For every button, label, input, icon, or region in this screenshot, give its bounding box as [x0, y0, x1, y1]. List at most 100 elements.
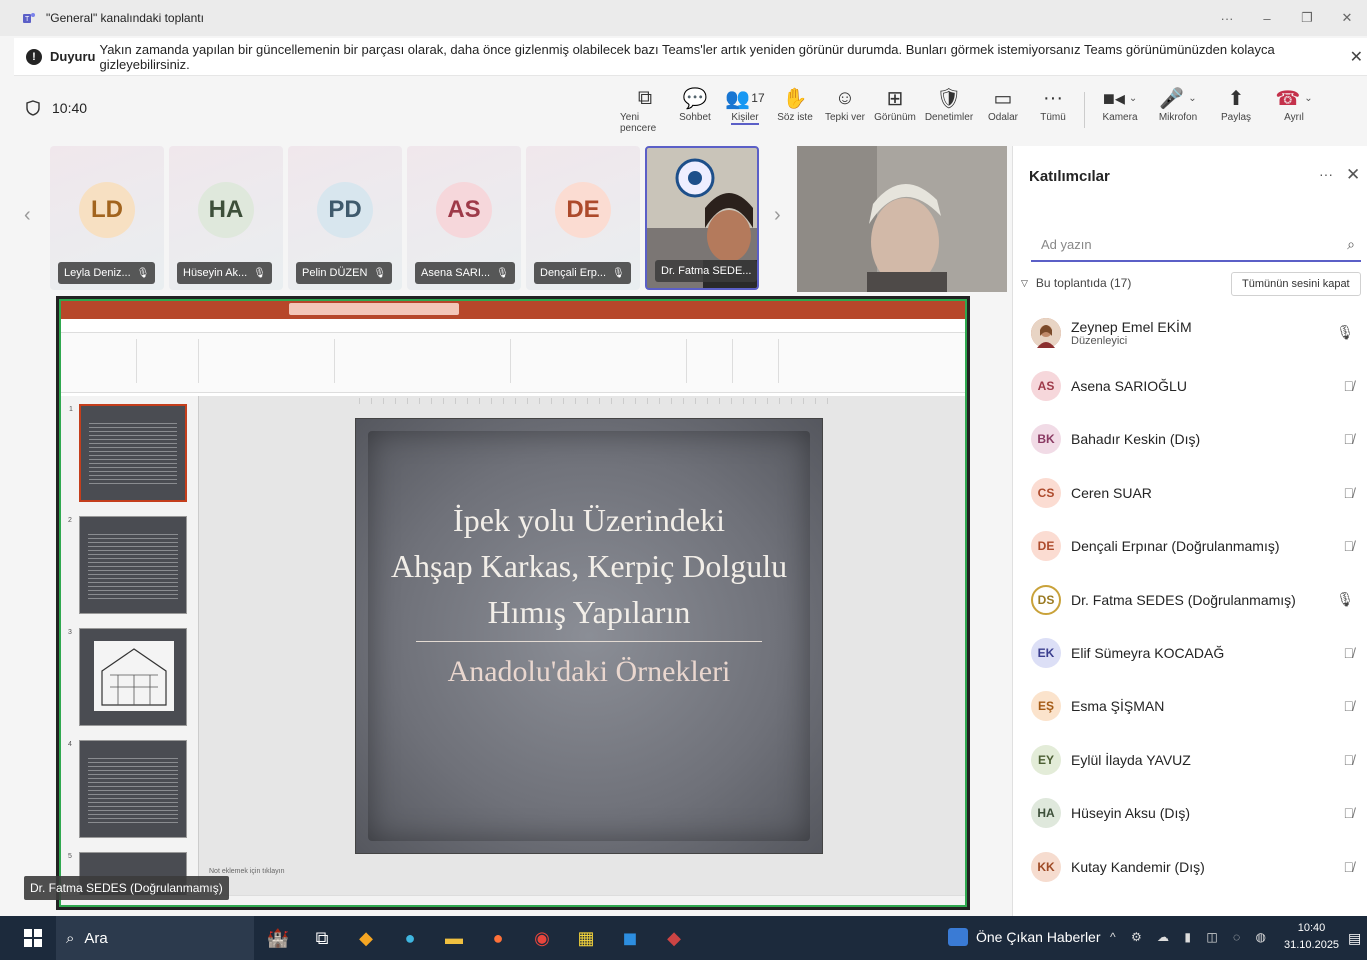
powerpoint-menu [59, 319, 967, 333]
view-button[interactable]: ⊞ Görünüm [870, 84, 920, 134]
participant-row[interactable]: EK Elif Sümeyra KOCADAĞ 🎙̸ [1013, 626, 1367, 679]
calendar-app-icon[interactable]: ▦ [564, 924, 608, 952]
controls-button[interactable]: 🛡 Denetimler [920, 84, 978, 134]
participant-row[interactable]: EY Eylül İlayda YAVUZ 🎙̸ [1013, 733, 1367, 786]
avatar: PD [317, 182, 373, 238]
participant-tile[interactable]: LD Leyla Deniz... 🎙 [50, 146, 164, 290]
minimize-icon[interactable]: – [1247, 11, 1287, 26]
share-button[interactable]: ⬆ Paylaş [1207, 84, 1265, 134]
restore-icon[interactable]: ❐ [1287, 10, 1327, 26]
close-window-icon[interactable]: ✕ [1327, 10, 1367, 26]
participant-row[interactable]: EŞ Esma ŞİŞMAN 🎙̸ [1013, 680, 1367, 733]
participant-row[interactable]: CS Ceren SUAR 🎙̸ [1013, 466, 1367, 519]
mic-muted-icon: 🎙 [373, 267, 387, 279]
participant-tile[interactable]: AS Asena SARI... 🎙 [407, 146, 521, 290]
news-widget[interactable]: Öne Çıkan Haberler [948, 928, 1101, 946]
mic-button[interactable]: 🎤 ⌄ Mikrofon [1149, 84, 1207, 134]
app-icon[interactable]: ◆ [344, 924, 388, 952]
timer-text: 10:40 [52, 100, 88, 116]
slide-title-line: Ahşap Karkas, Kerpiç Dolgulu [390, 548, 788, 584]
taskbar-clock[interactable]: 10:40 31.10.2025 [1284, 920, 1339, 954]
participant-tile[interactable]: DE Dençali Erp... 🎙 [526, 146, 640, 290]
more-options-icon[interactable]: ··· [1319, 166, 1333, 182]
avatar: HA [1031, 798, 1061, 829]
avatar: EŞ [1031, 691, 1061, 722]
meeting-toolbar: 10:40 ⧉ Yeni pencere 💬 Sohbet 👥 17 Kişiler ✋… [14, 78, 1367, 140]
participant-row[interactable]: BK Bahadır Keskin (Dış) 🎙̸ [1013, 413, 1367, 466]
mic-muted-icon: 🎙̸ [1343, 645, 1355, 662]
ribbon-group [341, 339, 511, 383]
participant-name: Asena SARIOĞLU [1071, 378, 1187, 395]
chevron-down-icon[interactable]: ⌄ [1129, 93, 1137, 104]
mute-all-button[interactable]: Tümünün sesini kapat [1231, 272, 1361, 296]
firefox-icon[interactable]: ● [476, 924, 520, 952]
participant-tile[interactable]: PD Pelin DÜZEN 🎙 [288, 146, 402, 290]
slide-thumbnail[interactable]: 3 [68, 628, 187, 726]
tile-name: Asena SARI... 🎙 [415, 262, 515, 284]
slide-thumbnail[interactable]: 4 [68, 740, 187, 838]
chevron-down-icon[interactable]: ⌄ [1188, 93, 1196, 104]
chat-button[interactable]: 💬 Sohbet [670, 84, 720, 134]
react-button[interactable]: ☺ Tepki ver [820, 84, 870, 134]
clock-time: 10:40 [1297, 922, 1326, 934]
edge-icon[interactable]: ● [388, 924, 432, 952]
participant-row[interactable]: Zeynep Emel EKİM Düzenleyici 🎙 [1013, 306, 1367, 359]
tool-label: Odalar [987, 112, 1018, 123]
camera-button[interactable]: ■◂ ⌄ Kamera [1091, 84, 1149, 134]
notes-placeholder[interactable]: Not eklemek için tıklayın [209, 868, 284, 875]
tool-label: Denetimler [924, 112, 974, 123]
notification-icon[interactable]: ▤ [1348, 930, 1361, 947]
close-icon[interactable]: ✕ [1346, 165, 1360, 185]
slide-thumbnail[interactable]: 1 [69, 404, 187, 502]
leave-button[interactable]: ☎ ⌄ Ayrıl [1265, 84, 1323, 134]
chrome-icon[interactable]: ◉ [520, 924, 564, 952]
rooms-button[interactable]: ▭ Odalar [978, 84, 1028, 134]
new-window-icon: ⧉ [637, 86, 653, 109]
ribbon-group [739, 339, 779, 383]
participant-row[interactable]: KK Kutay Kandemir (Dış) 🎙̸ [1013, 840, 1367, 893]
outlook-icon[interactable]: ◼ [608, 924, 652, 952]
castle-widget-icon[interactable]: 🏰 [256, 924, 300, 952]
system-tray[interactable]: ^ ⚙ ☁ ▮ ◫ ◌ ◍ [1110, 930, 1272, 944]
remote-camera-feed [797, 146, 1007, 292]
participant-row[interactable]: HA Hüseyin Aksu (Dış) 🎙̸ [1013, 787, 1367, 840]
thumb-content [88, 531, 178, 599]
chevron-left-icon[interactable]: ‹ [24, 204, 31, 227]
participant-info: Zeynep Emel EKİM Düzenleyici [1071, 319, 1192, 347]
participant-name: Ceren SUAR [1071, 484, 1152, 501]
mic-icon: 🎙 [1336, 324, 1354, 341]
slide-thumbnail[interactable]: 2 [68, 516, 187, 614]
avatar: DE [1031, 531, 1061, 562]
participant-row[interactable]: DS Dr. Fatma SEDES (Doğrulanmamış) 🎙 [1013, 573, 1367, 626]
more-button[interactable]: ··· Tümü [1028, 84, 1078, 134]
task-view-icon[interactable]: ⧉ [300, 924, 344, 952]
participant-search-input[interactable]: Ad yazın ⌕ [1031, 228, 1361, 262]
profile-photo-image [1031, 317, 1061, 348]
in-meeting-section[interactable]: ▽ Bu toplantıda (17) [1021, 276, 1131, 290]
avatar: CS [1031, 477, 1061, 508]
participant-list: Zeynep Emel EKİM Düzenleyici 🎙 AS Asena S… [1013, 306, 1367, 893]
participant-row[interactable]: DE Dençali Erpınar (Doğrulanmamış) 🎙̸ [1013, 520, 1367, 573]
participant-row[interactable]: AS Asena SARIOĞLU 🎙̸ [1013, 359, 1367, 412]
close-icon[interactable]: ✕ [1350, 47, 1363, 67]
people-button[interactable]: 👥 17 Kişiler [720, 84, 770, 134]
tile-name-text: Asena SARI... [421, 267, 491, 279]
avatar [1031, 317, 1061, 348]
participant-tile[interactable]: HA Hüseyin Ak... 🎙 [169, 146, 283, 290]
chevron-down-icon[interactable]: ⌄ [1304, 93, 1312, 104]
camera-tile[interactable]: Dr. Fatma SEDE... [645, 146, 759, 290]
windows-start-icon[interactable] [24, 929, 42, 947]
chevron-right-icon[interactable]: › [774, 204, 781, 227]
tool-label: Söz iste [777, 112, 813, 123]
raise-hand-button[interactable]: ✋ Söz iste [770, 84, 820, 134]
window-title: "General" kanalındaki toplantı [46, 11, 204, 25]
tool-label: Mikrofon [1158, 112, 1198, 123]
avatar: HA [198, 182, 254, 238]
taskbar-search[interactable]: ⌕ Ara [56, 916, 254, 960]
new-window-button[interactable]: ⧉ Yeni pencere [620, 84, 670, 135]
teams-icon[interactable]: ◆ [652, 924, 696, 952]
more-options-icon[interactable]: ··· [1207, 11, 1247, 26]
mic-muted-icon: 🎙̸ [1343, 698, 1355, 715]
toolbar-divider [1084, 92, 1085, 128]
file-explorer-icon[interactable]: ▬ [432, 924, 476, 952]
